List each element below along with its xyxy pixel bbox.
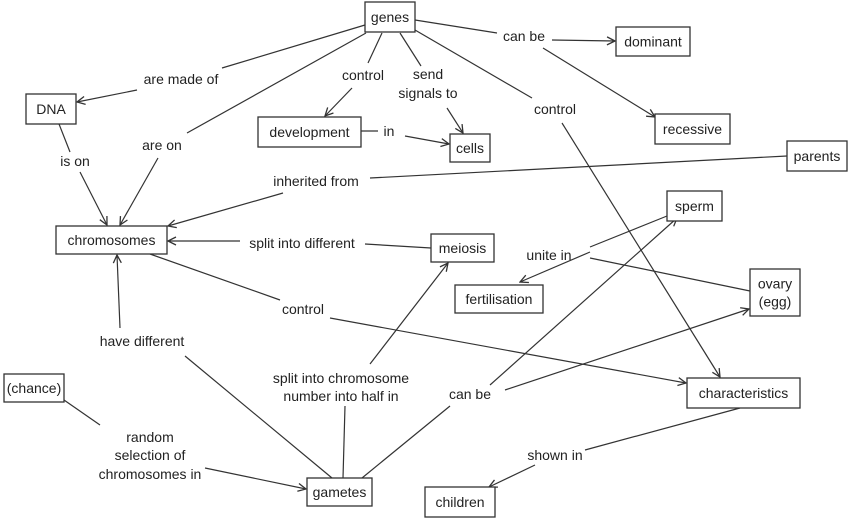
concept-label: cells (456, 140, 484, 156)
concept-label: gametes (313, 484, 367, 500)
link-label-unite-in: unite in (526, 247, 571, 263)
concept-recessive: recessive (654, 113, 731, 145)
concept-label: (chance) (7, 380, 61, 396)
concept-label: parents (794, 148, 841, 164)
concept-label: ovary (758, 276, 792, 292)
arrow-connector (369, 263, 448, 365)
concept-map-canvas: genes dominant DNA development cells recessiv… (3, 1, 848, 518)
concept-dominant: dominant (615, 26, 691, 57)
link-label-are-made-of: are made of (144, 71, 219, 87)
line-connector (63, 399, 101, 426)
concept-development: development (257, 116, 362, 148)
arrow-connector (446, 107, 463, 133)
concept-label: genes (371, 9, 409, 25)
concept-meiosis: meiosis (430, 233, 495, 263)
link-label-send-line1: send (413, 66, 443, 82)
link-label-random-line2: selection of (115, 447, 186, 463)
concept-characteristics: characteristics (686, 377, 801, 409)
arrow-connector (77, 89, 138, 102)
line-connector (589, 215, 668, 248)
line-connector (584, 407, 741, 451)
concept-label: fertilisation (466, 291, 533, 307)
link-label-send-line2: signals to (398, 85, 457, 101)
link-label-inherited-from: inherited from (273, 173, 359, 189)
arrow-connector (117, 255, 120, 329)
concept-children: children (424, 486, 496, 518)
link-label-chromosomes-control: control (282, 301, 324, 317)
arrow-connector (551, 40, 615, 41)
arrow-connector (404, 135, 449, 144)
link-label-split-half-line2: number into half in (283, 388, 398, 404)
line-connector (369, 155, 788, 179)
concept-map: genes dominant DNA development cells recessiv… (0, 0, 850, 518)
link-label-in: in (384, 123, 395, 139)
link-label-shown-in: shown in (527, 447, 582, 463)
concept-chance: (chance) (3, 373, 65, 403)
line-connector (367, 32, 383, 64)
concept-label: dominant (624, 34, 682, 50)
concept-genes: genes (364, 1, 416, 33)
concept-label: recessive (663, 121, 722, 137)
link-label-split-into-different: split into different (249, 235, 355, 251)
line-connector (149, 253, 281, 301)
link-label-have-different: have different (100, 333, 185, 349)
concept-label: sperm (675, 198, 714, 214)
link-label-are-on: are on (142, 137, 182, 153)
arrow-connector (204, 467, 306, 489)
link-label-random-line1: random (126, 429, 173, 445)
concept-gametes: gametes (306, 477, 373, 507)
concept-fertilisation: fertilisation (454, 284, 544, 314)
concept-chromosomes: chromosomes (55, 225, 168, 255)
arrow-connector (489, 464, 536, 487)
arrow-connector (168, 192, 284, 226)
link-label-random-line3: chromosomes in (99, 466, 202, 482)
line-connector (342, 405, 346, 479)
concept-parents: parents (786, 140, 848, 172)
link-label-can-be-gametes: can be (449, 386, 491, 402)
line-connector (221, 24, 366, 69)
line-connector (364, 243, 432, 249)
link-label-control-development: control (342, 67, 384, 83)
arrow-connector (120, 157, 159, 225)
concept-ovary: ovary (egg) (749, 268, 801, 317)
concept-label: development (269, 124, 349, 140)
concept-label: (egg) (759, 294, 792, 310)
concept-dna: DNA (25, 93, 77, 125)
concept-label: characteristics (699, 385, 788, 401)
link-label-is-on: is on (60, 153, 90, 169)
arrow-connector (79, 171, 107, 225)
line-connector (399, 32, 422, 67)
concept-sperm: sperm (666, 190, 723, 222)
link-label-can-be-dominance: can be (503, 28, 545, 44)
line-connector (414, 19, 498, 34)
arrow-connector (325, 87, 353, 116)
link-label-control-characteristics: control (534, 101, 576, 117)
concept-cells: cells (449, 133, 491, 163)
concept-label: children (435, 494, 484, 510)
link-label-split-half-line1: split into chromosome (273, 370, 409, 386)
concept-label: chromosomes (68, 232, 156, 248)
concept-label: DNA (36, 101, 66, 117)
concept-label: meiosis (439, 240, 486, 256)
line-connector (361, 405, 451, 479)
line-connector (58, 123, 71, 153)
